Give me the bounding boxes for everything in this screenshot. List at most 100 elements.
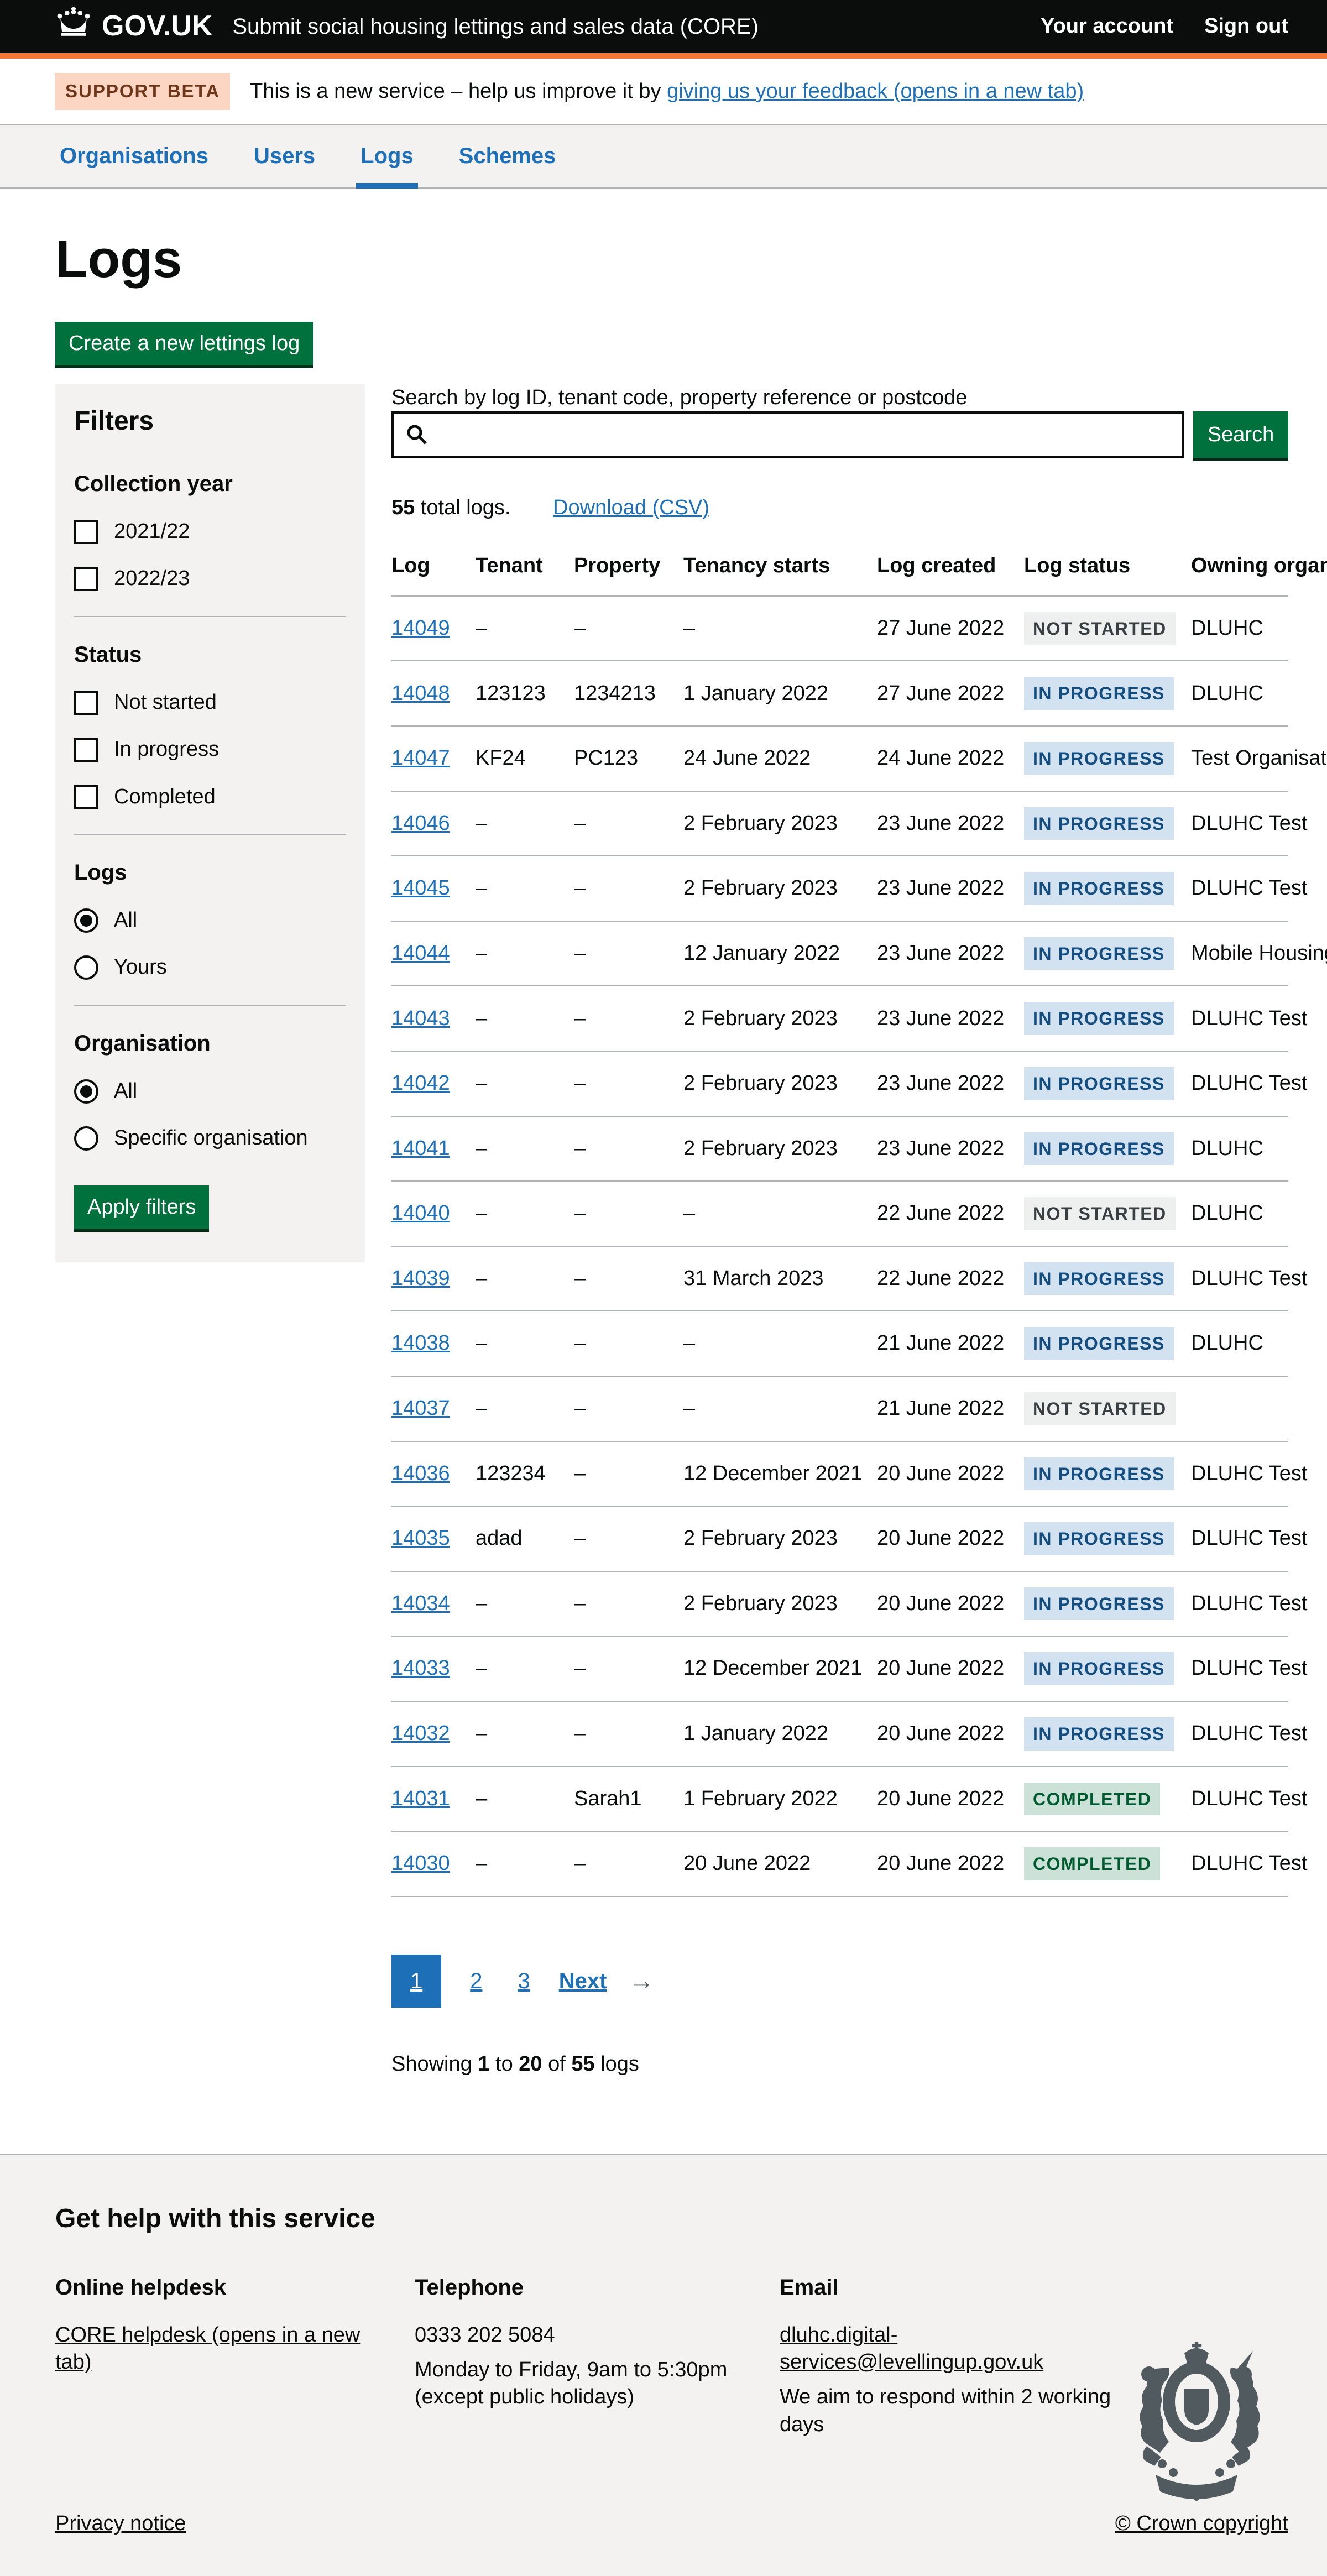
nav-item[interactable]: Logs [356, 125, 418, 189]
log-id-link[interactable]: 14040 [391, 1201, 450, 1225]
tenancy-starts-cell: 2 February 2023 [683, 1116, 877, 1182]
log-id-link[interactable]: 14037 [391, 1397, 450, 1420]
tenancy-starts-cell: 1 January 2022 [683, 1701, 877, 1767]
tenancy-starts-cell: 12 December 2021 [683, 1441, 877, 1507]
table-row: 14043 – – 2 February 2023 23 June 2022 I… [391, 986, 1288, 1051]
owning-org-cell: DLUHC [1191, 1181, 1288, 1246]
filter-divider [74, 616, 346, 617]
footer-column: Online helpdesk CORE helpdesk (opens in … [55, 2273, 415, 2447]
checkbox-input[interactable] [74, 785, 98, 809]
log-created-cell: 23 June 2022 [877, 1051, 1024, 1116]
search-button[interactable]: Search [1193, 411, 1288, 458]
log-created-cell: 27 June 2022 [877, 661, 1024, 726]
log-id-link[interactable]: 14031 [391, 1787, 450, 1810]
phase-banner: SUPPORT BETA This is a new service – hel… [0, 59, 1327, 125]
log-id-link[interactable]: 14039 [391, 1267, 450, 1290]
support-beta-tag: SUPPORT BETA [55, 73, 230, 110]
column-header: Tenant [476, 552, 574, 595]
sign-out-link[interactable]: Sign out [1204, 13, 1288, 40]
status-badge: IN PROGRESS [1024, 1717, 1174, 1751]
feedback-link[interactable]: giving us your feedback (opens in a new … [667, 80, 1084, 103]
footer-text-line: We aim to respond within 2 working days [780, 2384, 1111, 2438]
nav-item[interactable]: Users [249, 125, 320, 187]
filters-heading: Filters [74, 404, 346, 438]
total-logs-count: 55 [391, 496, 415, 519]
total-logs-label: total logs. [415, 496, 510, 519]
pagination-page-link[interactable]: 2 [463, 1955, 489, 2008]
log-created-cell: 20 June 2022 [877, 1636, 1024, 1701]
table-row: 14036 123234 – 12 December 2021 20 June … [391, 1441, 1288, 1507]
govuk-logo[interactable]: GOV.UK [55, 7, 212, 46]
radio-label: All [114, 907, 137, 934]
radio-input[interactable] [74, 1126, 98, 1151]
log-created-cell: 23 June 2022 [877, 791, 1024, 856]
checkbox-input[interactable] [74, 691, 98, 715]
property-cell: – [574, 596, 683, 661]
footer-column-link[interactable]: CORE helpdesk (opens in a new tab) [55, 2323, 360, 2374]
table-row: 14033 – – 12 December 2021 20 June 2022 … [391, 1636, 1288, 1701]
log-id-link[interactable]: 14048 [391, 682, 450, 705]
log-id-link[interactable]: 14034 [391, 1592, 450, 1615]
radio-input[interactable] [74, 955, 98, 980]
log-created-cell: 21 June 2022 [877, 1311, 1024, 1376]
logs-table: LogTenantPropertyTenancy startsLog creat… [391, 552, 1288, 1896]
log-id-link[interactable]: 14042 [391, 1072, 450, 1095]
log-id-link[interactable]: 14033 [391, 1657, 450, 1680]
tenancy-starts-cell: 31 March 2023 [683, 1246, 877, 1311]
search-input[interactable] [391, 411, 1184, 458]
crown-copyright-link[interactable]: © Crown copyright [1115, 2510, 1288, 2537]
nav-item[interactable]: Organisations [55, 125, 213, 187]
checkbox-label: 2021/22 [114, 518, 190, 545]
apply-filters-button[interactable]: Apply filters [74, 1185, 209, 1229]
privacy-notice-link[interactable]: Privacy notice [55, 2510, 186, 2537]
table-row: 14030 – – 20 June 2022 20 June 2022 COMP… [391, 1831, 1288, 1896]
primary-nav-list: Organisations Users Logs Schemes [55, 125, 1288, 187]
log-created-cell: 20 June 2022 [877, 1441, 1024, 1507]
property-cell: – [574, 1571, 683, 1637]
checkbox-input[interactable] [74, 520, 98, 544]
tenant-cell: adad [476, 1506, 574, 1571]
radio-label: Specific organisation [114, 1125, 308, 1152]
log-id-link[interactable]: 14035 [391, 1527, 450, 1550]
checkbox-input[interactable] [74, 738, 98, 762]
log-id-link[interactable]: 14036 [391, 1462, 450, 1485]
status-badge: IN PROGRESS [1024, 1132, 1174, 1166]
log-id-link[interactable]: 14045 [391, 876, 450, 900]
nav-item[interactable]: Schemes [454, 125, 561, 187]
table-row: 14049 – – – 27 June 2022 NOT STARTED DLU… [391, 596, 1288, 661]
log-id-link[interactable]: 14046 [391, 812, 450, 835]
page-title: Logs [55, 225, 1288, 294]
download-csv-link[interactable]: Download (CSV) [553, 496, 709, 519]
log-id-link[interactable]: 14047 [391, 746, 450, 770]
log-created-cell: 21 June 2022 [877, 1376, 1024, 1441]
log-id-link[interactable]: 14030 [391, 1852, 450, 1875]
log-id-link[interactable]: 14041 [391, 1137, 450, 1160]
property-cell: 1234213 [574, 661, 683, 726]
checkbox-option: In progress [74, 736, 346, 763]
owning-org-cell: DLUHC [1191, 1311, 1288, 1376]
phase-banner-text: This is a new service – help us improve … [250, 78, 1084, 105]
log-id-link[interactable]: 14032 [391, 1722, 450, 1745]
log-id-link[interactable]: 14044 [391, 942, 450, 965]
crown-icon [55, 7, 92, 46]
tenancy-starts-cell: 12 January 2022 [683, 921, 877, 986]
pagination-page-link[interactable]: 1 [391, 1955, 441, 2008]
create-lettings-log-button[interactable]: Create a new lettings log [55, 322, 313, 365]
your-account-link[interactable]: Your account [1041, 13, 1173, 40]
filter-section: Collection year 2021/22 2022/23 [74, 469, 346, 593]
service-name-link[interactable]: Submit social housing lettings and sales… [232, 12, 759, 41]
pagination-page-link[interactable]: 3 [511, 1955, 537, 2008]
checkbox-input[interactable] [74, 567, 98, 591]
property-cell: – [574, 1831, 683, 1896]
log-id-link[interactable]: 14038 [391, 1331, 450, 1355]
tenancy-starts-cell: – [683, 1376, 877, 1441]
log-id-link[interactable]: 14049 [391, 616, 450, 640]
pagination-next-link[interactable]: Next [559, 1967, 607, 1995]
status-badge: IN PROGRESS [1024, 1587, 1174, 1621]
footer-column-link[interactable]: dluhc.digital-services@levellingup.gov.u… [780, 2323, 1043, 2374]
checkbox-option: 2022/23 [74, 565, 346, 592]
radio-input[interactable] [74, 908, 98, 933]
owning-org-cell: DLUHC Test [1191, 1831, 1288, 1896]
log-id-link[interactable]: 14043 [391, 1007, 450, 1030]
radio-input[interactable] [74, 1079, 98, 1104]
